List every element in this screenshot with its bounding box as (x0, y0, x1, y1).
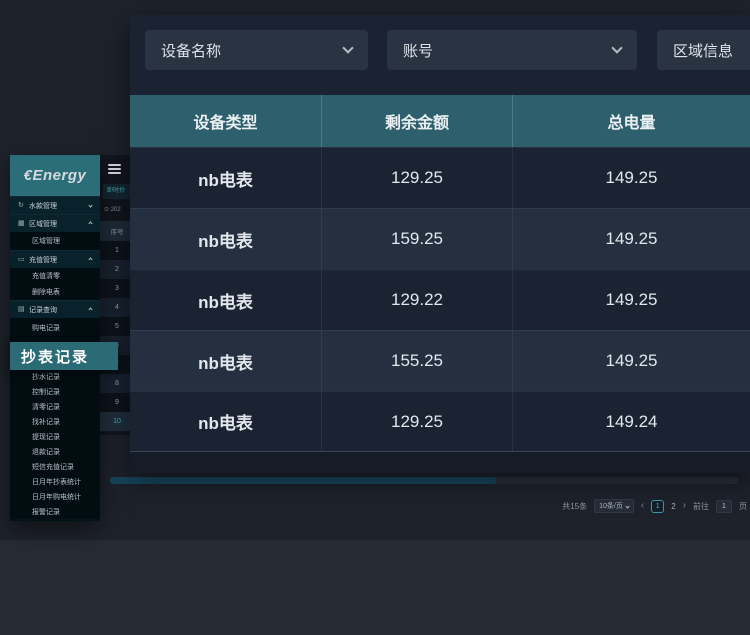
cell-remaining-amount: 155.25 (322, 331, 513, 391)
sidebar-item-sms-recharge-records[interactable]: 短信充值记录 (10, 459, 100, 474)
device-name-select[interactable]: 设备名称 (145, 30, 368, 70)
cell-device-type: nb电表 (130, 209, 322, 269)
cell-device-type: nb电表 (130, 148, 322, 208)
sidebar-item-recharge-clear[interactable]: 充值清零 (10, 268, 100, 284)
page-size-select[interactable]: 10条/页 (594, 499, 634, 513)
account-select[interactable]: 账号 (387, 30, 637, 70)
instant-read-button[interactable]: 即时抄 (103, 184, 133, 199)
prev-page-button[interactable]: ‹ (641, 501, 644, 511)
table-row: nb电表 129.25 149.24 (130, 391, 750, 452)
region-info-select[interactable]: 区域信息 (657, 30, 750, 70)
device-name-label: 设备名称 (161, 40, 334, 61)
sidebar-item-region-manage[interactable]: 区域管理 (10, 232, 100, 250)
sidebar-item-purchase-records[interactable]: 购电记录 (10, 318, 100, 338)
records-icon: ▤ (18, 306, 29, 313)
date-text: 202 (111, 207, 121, 213)
group-label: 记录查询 (29, 305, 89, 315)
seq-cell-active: 10 (100, 412, 134, 431)
cell-remaining-amount: 129.22 (322, 270, 513, 330)
table-row: nb电表 159.25 149.25 (130, 208, 750, 269)
sidebar-group-payment[interactable]: ↻ 水款管理 (10, 196, 100, 214)
chevron-up-icon (88, 257, 92, 261)
page-button-2[interactable]: 2 (671, 502, 675, 511)
seq-cell: 3 (100, 279, 134, 298)
sidebar-item-purchase-stats[interactable]: 日月年购电统计 (10, 489, 100, 504)
chevron-up-icon (88, 221, 92, 225)
seq-cell: 1 (100, 241, 134, 260)
goto-suffix: 页 (739, 501, 747, 512)
table-row: nb电表 155.25 149.25 (130, 330, 750, 391)
region-icon: ▦ (18, 220, 29, 227)
sidebar-item-reset-records[interactable]: 清零记录 (10, 399, 100, 414)
table-row: nb电表 129.25 149.25 (130, 147, 750, 208)
page-background-bottom (0, 540, 750, 635)
cell-total-energy: 149.25 (513, 331, 750, 391)
account-label: 账号 (403, 40, 603, 61)
table-header-row: 设备类型 剩余金额 总电量 (130, 95, 750, 147)
group-label: 水款管理 (29, 201, 89, 211)
sidebar-group-region[interactable]: ▦ 区域管理 (10, 214, 100, 232)
cell-remaining-amount: 159.25 (322, 209, 513, 269)
header-remaining-amount: 剩余金额 (322, 95, 513, 147)
hamburger-menu-icon[interactable] (108, 164, 121, 174)
table-row: nb电表 129.22 149.25 (130, 269, 750, 330)
sidebar-item-alarm-records[interactable]: 报警记录 (10, 504, 100, 519)
group-label: 充值管理 (29, 255, 89, 265)
cell-remaining-amount: 129.25 (322, 392, 513, 451)
sidebar: €Energy ↻ 水款管理 ▦ 区域管理 区域管理 ▭ 充值管理 充值清零 删… (10, 155, 100, 521)
panel-footer (130, 452, 750, 473)
cell-remaining-amount: 129.25 (322, 148, 513, 208)
goto-label: 前往 (693, 501, 709, 512)
cell-device-type: nb电表 (130, 392, 322, 451)
seq-cell: 4 (100, 298, 134, 317)
header-device-type: 设备类型 (130, 95, 322, 147)
region-info-label: 区域信息 (673, 40, 750, 61)
next-page-button[interactable]: › (683, 501, 686, 511)
chevron-down-icon (88, 203, 92, 207)
screenshot-stage: 即时抄 ⊙ 202 序号 1 2 3 4 5 6 7 8 9 10 共15条 1… (0, 0, 750, 635)
seq-cell: 8 (100, 374, 134, 393)
group-label: 区域管理 (29, 219, 89, 229)
pagination-total: 共15条 (562, 501, 587, 512)
sidebar-item-refund-records[interactable]: 退款记录 (10, 444, 100, 459)
scrollbar-thumb[interactable] (110, 477, 496, 484)
sidebar-group-recharge[interactable]: ▭ 充值管理 (10, 250, 100, 268)
sidebar-item-meter-reading-records-active[interactable]: 抄表记录 (10, 342, 118, 370)
underlying-table-strip: 即时抄 ⊙ 202 序号 1 2 3 4 5 6 7 8 9 10 (100, 155, 134, 435)
header-total-energy: 总电量 (513, 95, 750, 147)
refresh-icon: ↻ (18, 202, 29, 209)
app-logo: €Energy (10, 155, 100, 196)
goto-page-input[interactable]: 1 (716, 500, 732, 513)
sidebar-item-adjust-records[interactable]: 找补记录 (10, 414, 100, 429)
main-content-panel: 设备名称 账号 区域信息 设备类型 剩余金额 总电量 nb电表 129.25 1… (130, 15, 750, 473)
chevron-down-icon (611, 42, 622, 53)
pagination: 共15条 10条/页 ‹ 1 2 › 前往 1 页 (562, 496, 747, 516)
seq-cell: 5 (100, 317, 134, 336)
cell-total-energy: 149.25 (513, 209, 750, 269)
sidebar-group-records[interactable]: ▤ 记录查询 (10, 300, 100, 318)
cell-total-energy: 149.25 (513, 270, 750, 330)
page-size-value: 10条/页 (599, 501, 623, 511)
sidebar-item-reading-stats[interactable]: 日月年抄表统计 (10, 474, 100, 489)
cell-device-type: nb电表 (130, 331, 322, 391)
seq-cell: 2 (100, 260, 134, 279)
seq-column-header: 序号 (100, 221, 134, 241)
seq-cell: 9 (100, 393, 134, 412)
sidebar-item-delete-meter[interactable]: 删除电表 (10, 284, 100, 300)
sidebar-item-withdraw-records[interactable]: 提现记录 (10, 429, 100, 444)
cell-device-type: nb电表 (130, 270, 322, 330)
sidebar-item-water-reading-records[interactable]: 抄水记录 (10, 369, 100, 384)
chevron-up-icon (88, 307, 92, 311)
clock-icon: ⊙ (104, 207, 109, 213)
card-icon: ▭ (18, 256, 29, 263)
sidebar-item-control-records[interactable]: 控制记录 (10, 384, 100, 399)
chevron-down-icon (342, 42, 353, 53)
chevron-down-icon (625, 504, 629, 508)
page-button-current[interactable]: 1 (651, 500, 664, 513)
cell-total-energy: 149.25 (513, 148, 750, 208)
meter-reading-table: 设备类型 剩余金额 总电量 nb电表 129.25 149.25 nb电表 15… (130, 95, 750, 452)
horizontal-scrollbar[interactable] (110, 477, 738, 484)
cell-total-energy: 149.24 (513, 392, 750, 451)
